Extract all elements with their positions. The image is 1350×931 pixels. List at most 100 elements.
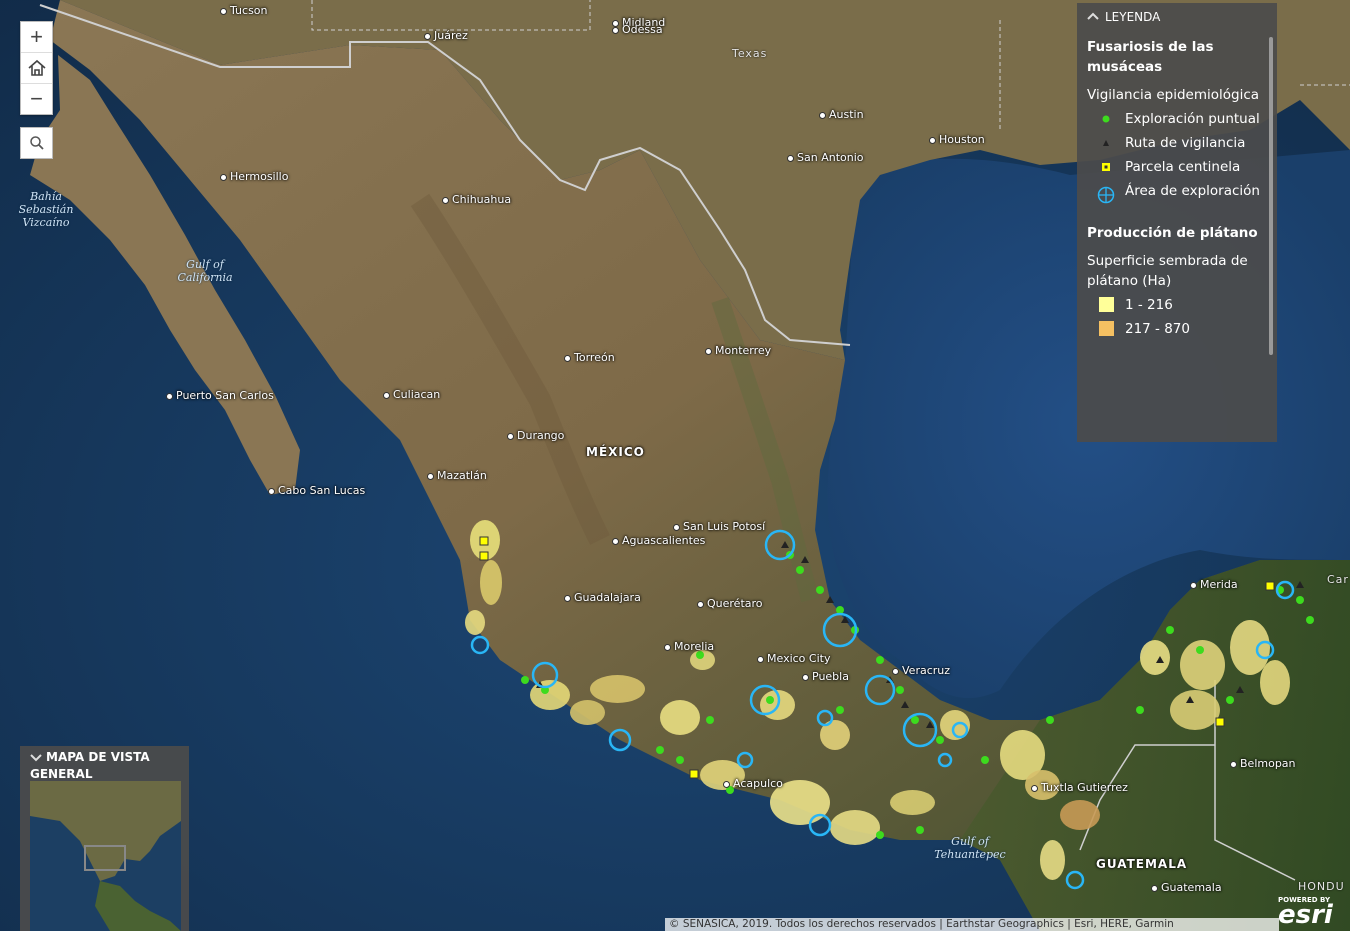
banana-production-area[interactable]: [1140, 640, 1170, 675]
city-name: Chihuahua: [452, 193, 512, 206]
banana-production-area[interactable]: [660, 700, 700, 735]
banana-production-area[interactable]: [570, 700, 605, 725]
sentinel-plot[interactable]: [479, 551, 489, 561]
city-label: Querétaro: [697, 597, 763, 610]
city-label: Monterrey: [705, 344, 771, 357]
city-name: Puerto San Carlos: [176, 389, 274, 402]
city-dot-icon: [1151, 884, 1158, 892]
overview-map-panel: MAPA DE VISTA GENERAL: [20, 746, 189, 931]
legend-class: 217 - 870: [1087, 319, 1267, 339]
zoom-in-button[interactable]: +: [21, 22, 52, 53]
banana-production-area[interactable]: [480, 560, 502, 605]
city-dot-icon: [802, 673, 809, 681]
triangle-icon: [1103, 140, 1109, 146]
legend-scrollbar[interactable]: [1269, 37, 1273, 355]
banana-production-area[interactable]: [890, 790, 935, 815]
zoom-out-button[interactable]: −: [21, 84, 52, 114]
banana-production-area[interactable]: [1060, 800, 1100, 830]
city-dot-icon: [612, 26, 619, 34]
city-label: Cabo San Lucas: [268, 484, 365, 497]
exploration-point[interactable]: [796, 566, 804, 574]
water-body-label: Bahía Sebastián Vizcaíno: [18, 190, 74, 229]
legend-header[interactable]: LEYENDA: [1077, 3, 1277, 31]
exploration-point[interactable]: [706, 716, 714, 724]
banana-production-area[interactable]: [1230, 620, 1270, 675]
exploration-point[interactable]: [896, 686, 904, 694]
city-dot-icon: [697, 600, 704, 608]
city-dot-icon: [929, 136, 936, 144]
overview-map[interactable]: [30, 781, 181, 931]
city-name: Cabo San Lucas: [278, 484, 366, 497]
city-dot-icon: [220, 7, 227, 15]
city-label: Guatemala: [1151, 881, 1222, 894]
city-label: Puebla: [802, 670, 849, 683]
chevron-down-icon: [30, 753, 42, 761]
city-dot-icon: [564, 354, 571, 362]
exploration-point[interactable]: [916, 826, 924, 834]
search-icon: [29, 136, 44, 150]
legend-layer-title: Fusariosis de las musáceas: [1087, 39, 1214, 75]
city-name: Houston: [939, 133, 985, 146]
overview-header[interactable]: MAPA DE VISTA GENERAL: [20, 746, 189, 783]
legend-item: Área de exploración: [1087, 181, 1267, 205]
city-name: San Antonio: [797, 151, 864, 164]
sentinel-plot[interactable]: [479, 536, 489, 546]
exploration-point[interactable]: [876, 831, 884, 839]
city-dot-icon: [427, 472, 434, 480]
exploration-point[interactable]: [1196, 646, 1204, 654]
legend-item: Exploración puntual: [1087, 109, 1267, 129]
city-dot-icon: [166, 392, 173, 400]
exploration-point[interactable]: [1046, 716, 1054, 724]
legend-item-label: Ruta de vigilancia: [1125, 135, 1246, 151]
sentinel-plot[interactable]: [1265, 581, 1275, 591]
city-dot-icon: [1190, 581, 1197, 589]
exploration-point[interactable]: [1306, 616, 1314, 624]
banana-production-area[interactable]: [1170, 690, 1220, 730]
legend-layer-subtitle: Superficie sembrada de plátano (Ha): [1087, 253, 1248, 289]
city-name: Monterrey: [715, 344, 772, 357]
exploration-point[interactable]: [876, 656, 884, 664]
banana-production-area[interactable]: [830, 810, 880, 845]
exploration-point[interactable]: [1136, 706, 1144, 714]
city-name: Torreón: [574, 351, 615, 364]
sentinel-plot[interactable]: [1215, 717, 1225, 727]
city-label: Mazatlán: [427, 469, 487, 482]
esri-logo[interactable]: POWERED BY esri: [1278, 896, 1344, 931]
city-label: Hermosillo: [220, 170, 288, 183]
city-label: Guadalajara: [564, 591, 641, 604]
banana-production-area[interactable]: [1040, 840, 1065, 880]
legend-item: Parcela centinela: [1087, 157, 1267, 177]
home-button[interactable]: [21, 53, 52, 84]
exploration-point[interactable]: [766, 696, 774, 704]
city-label: Houston: [929, 133, 985, 146]
city-name: Guatemala: [1161, 881, 1222, 894]
exploration-point[interactable]: [1296, 596, 1304, 604]
legend-class: 1 - 216: [1087, 295, 1267, 315]
exploration-point[interactable]: [1166, 626, 1174, 634]
city-name: Durango: [517, 429, 565, 442]
banana-production-area[interactable]: [590, 675, 645, 703]
exploration-point[interactable]: [521, 676, 529, 684]
banana-production-area[interactable]: [1260, 660, 1290, 705]
exploration-point[interactable]: [816, 586, 824, 594]
exploration-point[interactable]: [936, 736, 944, 744]
exploration-point[interactable]: [1226, 696, 1234, 704]
city-label: Torreón: [564, 351, 615, 364]
search-button[interactable]: [20, 127, 53, 159]
sentinel-plot[interactable]: [689, 769, 699, 779]
exploration-point[interactable]: [981, 756, 989, 764]
exploration-point[interactable]: [676, 756, 684, 764]
legend-item: Ruta de vigilancia: [1087, 133, 1267, 153]
city-dot-icon: [892, 667, 899, 675]
exploration-point[interactable]: [836, 706, 844, 714]
city-name: Veracruz: [902, 664, 951, 677]
region-label: GUATEMALA: [1096, 857, 1188, 871]
banana-production-area[interactable]: [465, 610, 485, 635]
esri-wordmark: esri: [1278, 900, 1333, 930]
city-name: Juárez: [434, 29, 468, 42]
legend-layer-subtitle: Vigilancia epidemiológica: [1087, 87, 1260, 103]
legend-item-label: Exploración puntual: [1125, 111, 1260, 127]
city-label: Morelia: [664, 640, 714, 653]
exploration-point[interactable]: [656, 746, 664, 754]
chevron-up-icon: [1087, 12, 1099, 20]
